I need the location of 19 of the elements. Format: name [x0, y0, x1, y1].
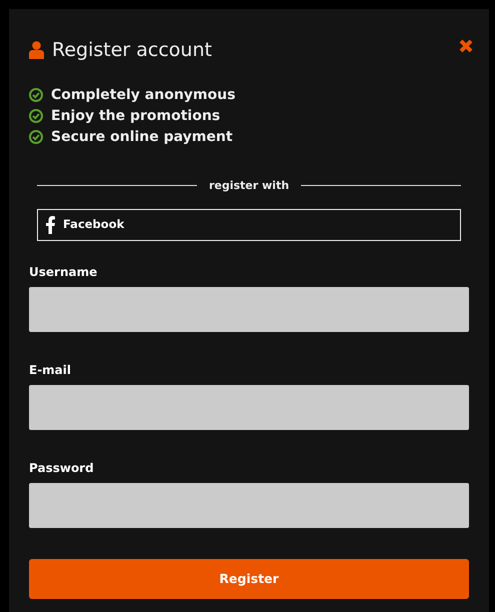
input-field[interactable] — [29, 287, 469, 332]
input-field[interactable] — [29, 385, 469, 430]
close-icon — [459, 38, 473, 53]
feature-text: Enjoy the promotions — [51, 106, 220, 126]
field-label: E-mail — [29, 362, 72, 379]
feature-text: Secure online payment — [51, 128, 233, 146]
field-label: Username — [29, 264, 98, 281]
facebook-button[interactable]: Facebook — [37, 209, 461, 241]
divider-label: register with — [208, 178, 290, 194]
facebook-icon — [46, 216, 55, 234]
dialog-title: Register account — [52, 38, 212, 63]
user-icon — [29, 41, 44, 60]
register-button[interactable]: Register — [29, 559, 469, 599]
check-icon — [29, 109, 43, 123]
field-label: Password — [29, 460, 95, 477]
feature-text: Completely anonymous — [51, 86, 236, 104]
check-icon — [29, 88, 43, 102]
check-icon — [29, 130, 43, 144]
input-field[interactable] — [29, 483, 469, 528]
